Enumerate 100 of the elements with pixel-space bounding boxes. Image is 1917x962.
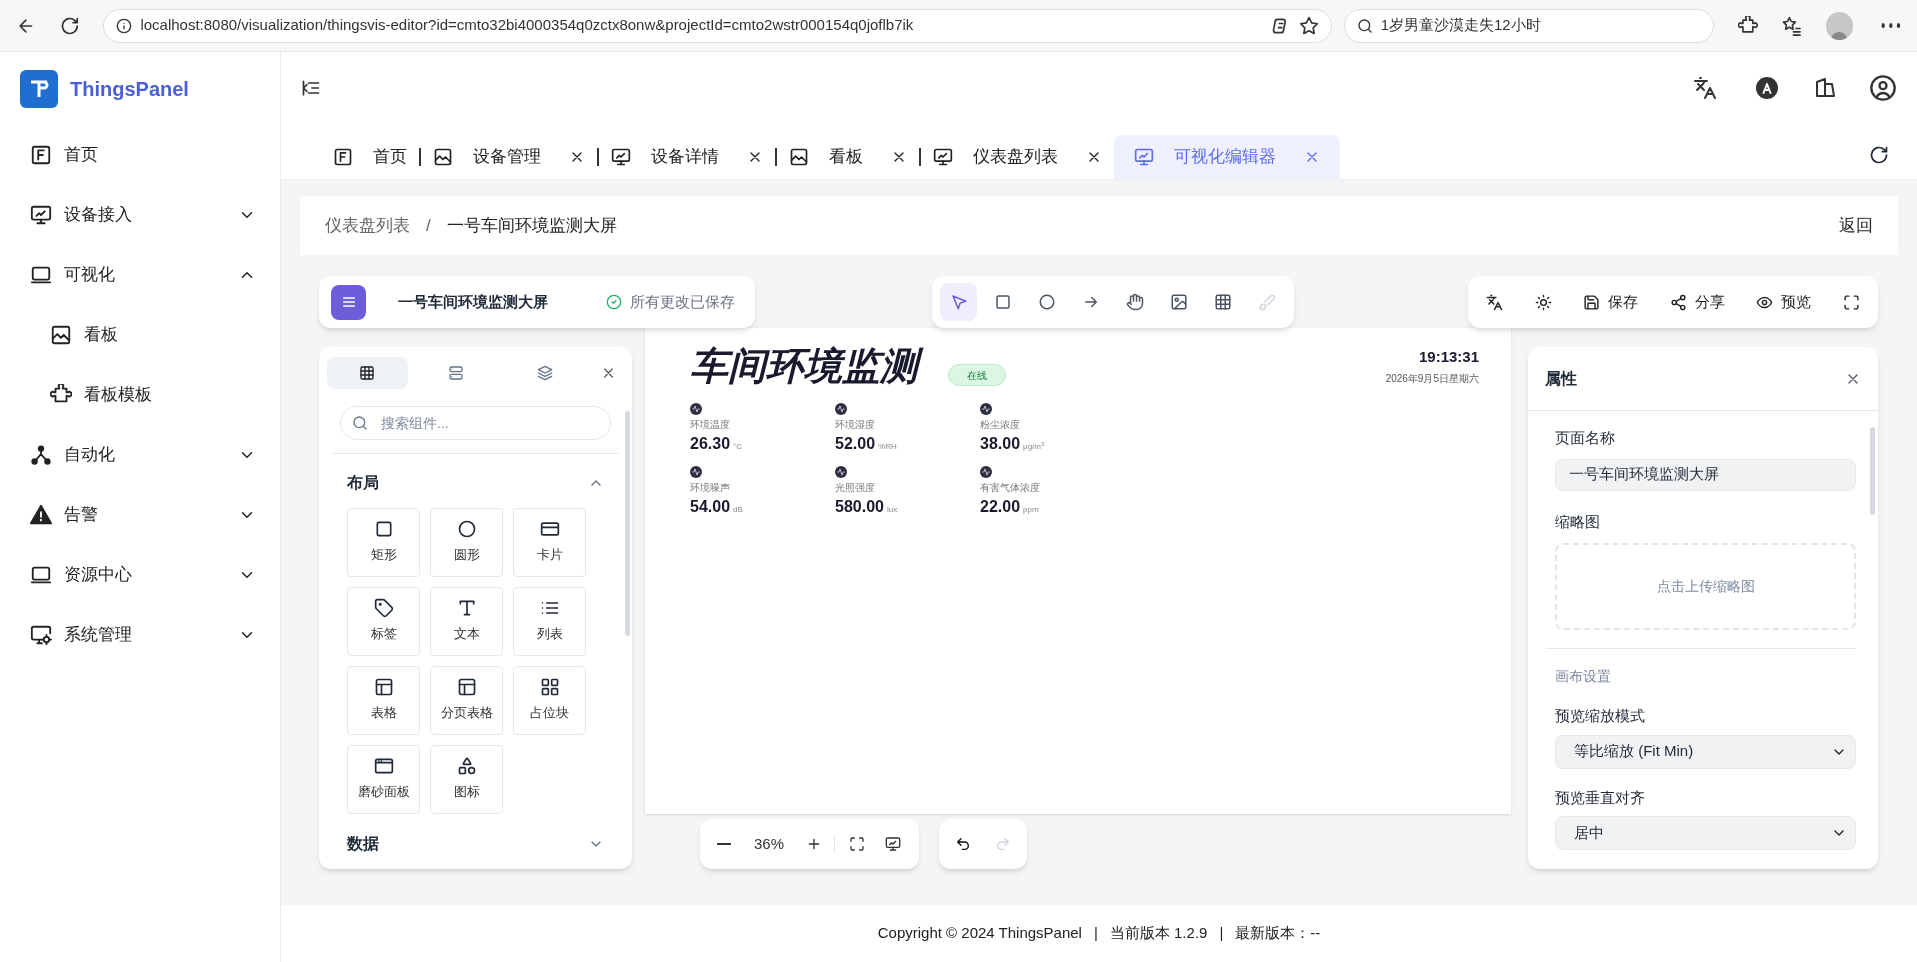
- circle-icon: [456, 519, 477, 540]
- component-tile[interactable]: 列表: [513, 586, 586, 656]
- field-label: 预览垂直对齐: [1555, 787, 1646, 808]
- tab[interactable]: 设备管理: [421, 135, 597, 179]
- sidebar-label: 资源中心: [64, 564, 132, 587]
- component-tile[interactable]: 表格: [347, 665, 420, 735]
- footer-text: Copyright © 2024 ThingsPanel: [877, 923, 1082, 944]
- component-label: 分页表格: [440, 704, 493, 723]
- sidebar-item[interactable]: 可视化: [0, 245, 280, 305]
- metric-value: 26.30: [690, 434, 731, 455]
- panel-title: 属性: [1545, 368, 1577, 389]
- tab[interactable]: 设备详情: [599, 135, 775, 179]
- tab[interactable]: 看板: [777, 135, 919, 179]
- tab[interactable]: 可视化编辑器: [1114, 135, 1340, 179]
- footer-text: 最新版本：--: [1235, 923, 1321, 944]
- footer-text: 当前版本 1.2.9: [1109, 923, 1208, 944]
- section-header[interactable]: 数据: [333, 815, 618, 869]
- field-label: 预览缩放模式: [1555, 706, 1646, 726]
- sidebar-item[interactable]: 看板: [0, 305, 280, 365]
- search-field[interactable]: 1岁男童沙漠走失12小时: [1343, 8, 1715, 43]
- address-bar[interactable]: localhost:8080/visualization/thingsvis-editor?id=cmto32bi4000354q0zctx8onw&projectId=cmto2wstr000154q0joflb7ik: [103, 8, 1332, 43]
- metric-value: 52.00: [835, 434, 876, 455]
- sidebar-label: 看板: [84, 324, 118, 347]
- window-icon: [373, 756, 394, 777]
- metric-value: 22.00: [980, 497, 1021, 518]
- component-tile[interactable]: 文本: [430, 586, 503, 656]
- table-icon: [456, 677, 477, 698]
- nodes-icon: [30, 444, 52, 466]
- letter-circle-icon: [1755, 75, 1779, 100]
- monitor-icon: [885, 836, 901, 852]
- panel-tab[interactable]: [327, 357, 408, 389]
- activity-icon: [690, 403, 702, 416]
- menu-button[interactable]: [331, 284, 366, 320]
- sidebar-item[interactable]: 资源中心: [0, 545, 280, 605]
- sidebar-item[interactable]: 设备接入: [0, 185, 280, 245]
- component-label: 占位块: [530, 704, 569, 723]
- sidebar-label: 系统管理: [64, 624, 132, 647]
- laptop-icon: [30, 264, 52, 286]
- fullscreen-icon: [849, 836, 865, 852]
- tab[interactable]: 首页: [321, 135, 419, 179]
- activity-icon: [835, 403, 847, 416]
- search-icon: [352, 415, 368, 431]
- component-tile[interactable]: 图标: [430, 744, 503, 814]
- metric-unit: dB: [733, 504, 743, 517]
- shapes-icon: [456, 756, 477, 777]
- project-title: 一号车间环境监测大屏: [398, 291, 548, 312]
- upload-area[interactable]: 点击上传缩略图: [1555, 543, 1856, 630]
- reload-icon: [59, 15, 80, 36]
- breadcrumb-link[interactable]: 仪表盘列表: [325, 212, 410, 239]
- sidebar-item[interactable]: 首页: [0, 125, 280, 185]
- component-tile[interactable]: 矩形: [347, 507, 420, 577]
- component-tile[interactable]: 占位块: [513, 665, 586, 735]
- section-header[interactable]: 布局: [333, 454, 618, 508]
- component-tile[interactable]: 分页表格: [430, 665, 503, 735]
- tab[interactable]: 仪表盘列表: [921, 135, 1114, 179]
- metric-label: 环境温度: [690, 418, 731, 433]
- component-tile[interactable]: 磨砂面板: [347, 744, 420, 814]
- sidebar-label: 告警: [64, 504, 98, 527]
- sidebar-label: 看板模板: [84, 384, 152, 407]
- component-label: 圆形: [453, 546, 480, 565]
- grid-icon: [539, 677, 560, 698]
- breadcrumb-separator: /: [426, 214, 431, 237]
- tool-button[interactable]: [940, 283, 978, 321]
- brand-name: ThingsPanel: [70, 76, 189, 102]
- footer-text: |: [1093, 923, 1098, 944]
- grid-icon: [359, 365, 376, 381]
- fullscreen-icon: [1842, 293, 1860, 311]
- select-field[interactable]: 等比缩放 (Fit Min): [1555, 734, 1856, 769]
- component-tile[interactable]: 卡片: [513, 507, 586, 577]
- layers-icon: [536, 365, 553, 381]
- sidebar-item[interactable]: 系统管理: [0, 605, 280, 665]
- clock-time: 19:13:31: [1418, 347, 1479, 367]
- menu-icon: [340, 294, 357, 310]
- select-field[interactable]: 居中: [1555, 816, 1856, 850]
- sidebar-item[interactable]: 告警: [0, 485, 280, 545]
- translate-icon: [1693, 75, 1717, 100]
- sidebar-item[interactable]: 自动化: [0, 425, 280, 485]
- component-label: 图标: [453, 783, 480, 802]
- zoom-level: 36%: [753, 833, 785, 854]
- search-icon: [1356, 17, 1373, 34]
- component-tile[interactable]: 圆形: [430, 507, 503, 577]
- component-tile[interactable]: 标签: [347, 586, 420, 656]
- text-field[interactable]: 一号车间环境监测大屏: [1555, 458, 1856, 491]
- metric-label: 环境湿度: [835, 418, 876, 433]
- preview-button[interactable]: 预览: [1750, 284, 1818, 320]
- check-circle-icon: [606, 294, 622, 310]
- status-badge: 在线: [948, 364, 1006, 386]
- avatar[interactable]: [1825, 11, 1854, 40]
- search-field[interactable]: 搜索组件...: [340, 406, 611, 440]
- metric-label: 有害气体浓度: [980, 481, 1041, 496]
- sidebar-label: 自动化: [64, 444, 115, 467]
- share-button[interactable]: 分享: [1663, 284, 1731, 320]
- back-link[interactable]: 返回: [1839, 212, 1873, 239]
- sidebar-label: 首页: [64, 144, 98, 167]
- metric-label: 粉尘浓度: [980, 418, 1021, 433]
- activity-icon: [835, 466, 847, 479]
- sidebar-item[interactable]: 看板模板: [0, 365, 280, 425]
- section-title: 画布设置: [1555, 667, 1612, 686]
- save-button[interactable]: 保存: [1577, 284, 1645, 320]
- metric-value: 54.00: [690, 497, 731, 518]
